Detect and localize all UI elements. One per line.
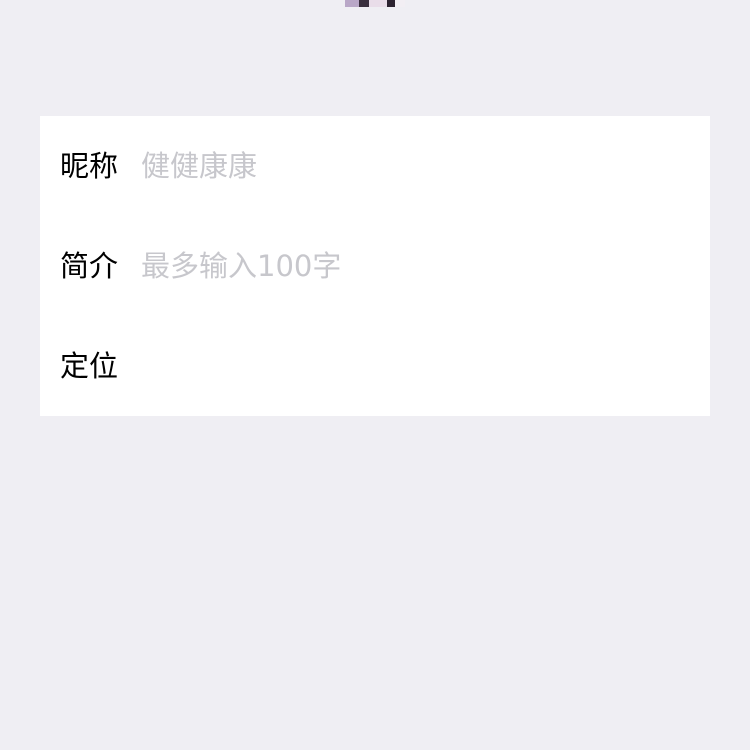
location-value[interactable] — [141, 346, 681, 386]
nickname-input[interactable] — [141, 144, 681, 188]
avatar-image-part — [345, 0, 359, 7]
avatar-image-part — [369, 0, 387, 7]
bio-label: 简介 — [60, 249, 119, 283]
avatar[interactable] — [345, 0, 405, 7]
location-row[interactable]: 定位 — [40, 316, 710, 416]
avatar-image-part — [359, 0, 369, 7]
bio-row[interactable]: 简介 — [40, 216, 710, 316]
avatar-image-part — [387, 0, 395, 7]
nickname-label: 昵称 — [60, 149, 119, 183]
avatar-image-part — [395, 0, 405, 7]
profile-form-card: 昵称 简介 定位 — [40, 116, 710, 416]
location-label: 定位 — [60, 349, 119, 383]
bio-input[interactable] — [141, 244, 681, 288]
nickname-row[interactable]: 昵称 — [40, 116, 710, 216]
